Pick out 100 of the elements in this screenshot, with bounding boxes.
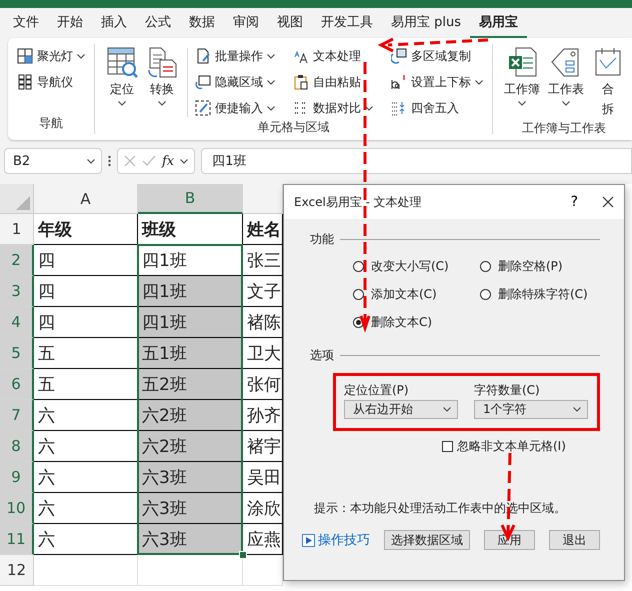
column-header[interactable]: B xyxy=(138,184,243,214)
grid-icon xyxy=(17,74,33,90)
section-label: 选项 xyxy=(310,347,334,364)
dialog-title: Excel易用宝 - 文本处理 xyxy=(294,194,423,210)
table-cell: 张三 xyxy=(243,245,283,276)
tips-link[interactable]: 操作技巧 xyxy=(302,531,370,549)
dialog-button[interactable]: 退出 xyxy=(549,530,600,550)
group-label: 导航 xyxy=(38,115,64,132)
table-cell: 六3班 xyxy=(138,462,243,493)
ribbon-tab[interactable]: 开始 xyxy=(48,8,92,38)
ribbon-button[interactable]: 隐藏区域 xyxy=(194,71,276,93)
row-header[interactable]: 12 xyxy=(0,555,34,586)
ribbon-button[interactable]: 自由粘贴 xyxy=(292,71,374,93)
copy-icon xyxy=(391,48,407,64)
row-header[interactable]: 1 xyxy=(0,214,34,245)
row-header[interactable]: 5 xyxy=(0,338,34,369)
ribbon-button[interactable]: 工作簿 xyxy=(501,44,543,120)
ribbon-tab[interactable]: 数据 xyxy=(180,8,224,38)
table-cell: 褚宇 xyxy=(243,431,283,462)
radio-option[interactable]: 删除特殊字符(C) xyxy=(480,286,600,303)
pen-frame-icon xyxy=(195,100,211,116)
document-pen-icon xyxy=(195,48,211,64)
table-cell: 孙齐 xyxy=(243,400,283,431)
spreadsheet-icon xyxy=(506,46,538,78)
superscript-icon xyxy=(391,74,407,90)
row-header[interactable]: 8 xyxy=(0,431,34,462)
caret-icon xyxy=(573,407,581,412)
ribbon-button[interactable]: 工作表 xyxy=(545,44,587,120)
ribbon-tab[interactable]: 易用宝 plus xyxy=(382,8,470,38)
table-cell: 六2班 xyxy=(138,400,243,431)
radio-option[interactable]: 改变大小写(C) xyxy=(353,258,480,275)
help-button[interactable]: ? xyxy=(556,194,592,210)
table-cell: 褚陈 xyxy=(243,307,283,338)
document-convert-icon xyxy=(146,46,178,78)
section-label: 功能 xyxy=(310,231,334,248)
dropdown-field[interactable]: 1个字符 xyxy=(474,400,588,419)
radio-option[interactable]: 删除空格(P) xyxy=(480,258,600,275)
ribbon-button[interactable]: 合 拆 xyxy=(589,44,627,120)
fill-handle[interactable] xyxy=(239,551,247,559)
ribbon-tab[interactable]: 审阅 xyxy=(224,8,268,38)
cancel-icon[interactable] xyxy=(124,155,136,167)
row-header[interactable]: 4 xyxy=(0,307,34,338)
formula-field[interactable]: 四1班 xyxy=(201,148,632,174)
radio-option[interactable]: 添加文本(C) xyxy=(353,286,480,303)
row-header[interactable]: 11 xyxy=(0,524,34,555)
group-label: 单元格与区域 xyxy=(256,119,330,136)
table-cell xyxy=(243,555,283,586)
name-box[interactable]: B2 xyxy=(4,148,102,174)
table-search-icon xyxy=(106,46,138,78)
caret-icon xyxy=(443,407,451,412)
row-header[interactable]: 3 xyxy=(0,276,34,307)
ribbon-tab[interactable]: 视图 xyxy=(268,8,312,38)
ribbon-tab[interactable]: 文件 xyxy=(4,8,48,38)
check-icon[interactable] xyxy=(142,155,156,167)
row-header[interactable]: 6 xyxy=(0,369,34,400)
row-header[interactable]: 2 xyxy=(0,245,34,276)
table-cell: 张何 xyxy=(243,369,283,400)
caret-icon xyxy=(87,158,95,164)
dialog-button[interactable]: 选择数据区域 xyxy=(384,530,470,550)
dropdown-field[interactable]: 从右边开始 xyxy=(344,400,458,419)
table-cell: 四1班 xyxy=(138,276,243,307)
ribbon-button[interactable]: 聚光灯 xyxy=(16,45,86,67)
table-cell: 六3班 xyxy=(138,493,243,524)
row-header[interactable]: 10 xyxy=(0,493,34,524)
close-icon[interactable] xyxy=(602,196,614,208)
table-cell: 五1班 xyxy=(138,338,243,369)
number-arrow-icon xyxy=(391,100,407,116)
checkbox-option[interactable]: 忽略非文本单元格(I) xyxy=(442,438,566,455)
ribbon-button[interactable]: 数据对比 xyxy=(292,97,374,119)
ribbon-button[interactable]: 导航仪 xyxy=(16,71,86,93)
table-cell: 四1班 xyxy=(138,307,243,338)
ribbon-tab[interactable]: 开发工具 xyxy=(312,8,382,38)
ribbon-button[interactable]: 设置上下标 xyxy=(390,71,484,93)
clipboard-icon xyxy=(293,74,309,90)
ribbon-button[interactable]: 四舍五入 xyxy=(390,97,484,119)
table-cell: 文子 xyxy=(243,276,283,307)
ribbon-tab[interactable]: 插入 xyxy=(92,8,136,38)
ribbon-button[interactable]: 多区域复制 xyxy=(390,45,484,67)
dropdown-label: 字符数量(C) xyxy=(474,382,541,399)
dropdown-label: 定位位置(P) xyxy=(344,382,410,399)
ribbon-button[interactable]: 定位 xyxy=(103,44,141,119)
select-all-corner[interactable] xyxy=(0,184,34,214)
ribbon-button[interactable]: 文本处理 xyxy=(292,45,374,67)
ribbon-tab[interactable]: 公式 xyxy=(136,8,180,38)
more-icon xyxy=(108,155,111,167)
table-cell: 五2班 xyxy=(138,369,243,400)
table-cell: 涂欣 xyxy=(243,493,283,524)
column-header[interactable] xyxy=(243,184,283,214)
insert-function-button[interactable]: fx xyxy=(162,154,174,168)
corner-triangle-icon xyxy=(16,196,30,210)
row-header[interactable]: 9 xyxy=(0,462,34,493)
radio-option[interactable]: 删除文本C) xyxy=(353,314,480,331)
play-icon xyxy=(302,534,315,546)
ribbon-button[interactable]: 批量操作 xyxy=(194,45,276,67)
window-arrow-icon xyxy=(195,74,211,90)
row-header[interactable]: 7 xyxy=(0,400,34,431)
table-cell: 六2班 xyxy=(138,431,243,462)
ribbon-button[interactable]: 转换 xyxy=(143,44,181,119)
column-header[interactable]: A xyxy=(34,184,138,214)
ribbon-button[interactable]: 便捷输入 xyxy=(194,97,276,119)
